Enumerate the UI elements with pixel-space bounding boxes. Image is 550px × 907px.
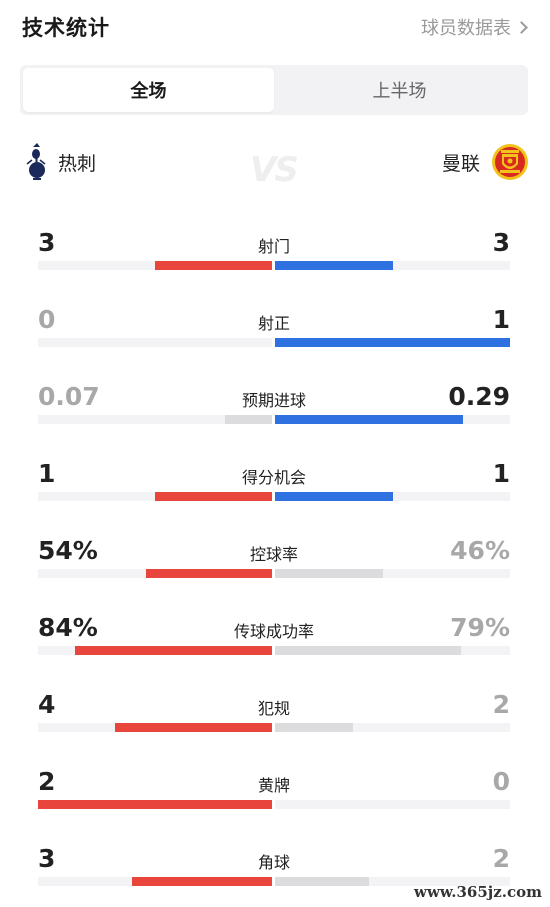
home-bar-track	[38, 569, 272, 578]
manchester-united-crest-icon	[492, 144, 528, 180]
stat-row-shots: 3 射门 3	[38, 226, 510, 286]
stat-row-possession: 54% 控球率 46%	[38, 534, 510, 594]
teams-row: 热刺 VS 曼联	[20, 142, 530, 196]
away-bar	[275, 877, 369, 886]
home-bar-track	[38, 338, 272, 347]
vs-mark: VS	[250, 150, 299, 190]
home-bar-track	[38, 877, 272, 886]
home-bar	[155, 261, 272, 270]
stat-label: 犯规	[257, 699, 290, 718]
stat-label: 得分机会	[241, 468, 306, 487]
away-value: 46%	[450, 536, 510, 565]
stat-label: 射门	[257, 237, 290, 256]
stat-row-yellow-cards: 2 黄牌 0	[38, 765, 510, 825]
stat-row-fouls: 4 犯规 2	[38, 688, 510, 748]
header: 技术统计 球员数据表	[0, 0, 550, 52]
stat-label: 传球成功率	[233, 622, 314, 641]
stat-label: 黄牌	[257, 776, 290, 795]
stat-row-pass-accuracy: 84% 传球成功率 79%	[38, 611, 510, 671]
home-bar-track	[38, 415, 272, 424]
away-team: 曼联	[442, 142, 530, 182]
tottenham-crest-icon	[26, 143, 46, 180]
home-bar-track	[38, 261, 272, 270]
stat-row-big-chances: 1 得分机会 1	[38, 457, 510, 517]
home-bar	[75, 646, 272, 655]
home-bar	[115, 723, 272, 732]
away-bar	[275, 338, 510, 347]
home-bar	[38, 800, 272, 809]
away-value: 0.29	[448, 382, 510, 411]
away-bar	[275, 569, 384, 578]
away-value: 79%	[450, 613, 510, 642]
away-bar-track	[275, 415, 510, 424]
chevron-right-icon	[515, 20, 528, 34]
stat-label: 控球率	[249, 545, 298, 564]
stat-label: 预期进球	[241, 391, 306, 410]
away-bar-track	[275, 800, 510, 809]
away-bar	[275, 723, 353, 732]
home-bar-track	[38, 492, 272, 501]
away-bar-track	[275, 646, 510, 655]
home-bar	[225, 415, 272, 424]
away-value: 2	[492, 690, 510, 719]
away-bar	[275, 492, 393, 501]
home-bar-track	[38, 800, 272, 809]
period-tabs: 全场 上半场	[20, 65, 528, 115]
home-bar	[145, 569, 272, 578]
home-team: 热刺	[24, 142, 96, 182]
stat-label: 射正	[257, 314, 290, 333]
stat-row-expected-goals: 0.07 预期进球 0.29	[38, 380, 510, 440]
away-bar-track	[275, 723, 510, 732]
away-bar	[275, 646, 461, 655]
away-value: 1	[492, 305, 510, 334]
home-team-name: 热刺	[58, 152, 97, 175]
away-bar-track	[275, 261, 510, 270]
away-bar	[275, 415, 463, 424]
away-value: 2	[492, 844, 510, 873]
player-stats-link[interactable]: 球员数据表	[421, 14, 528, 40]
away-team-name: 曼联	[441, 152, 480, 175]
page-title: 技术统计	[22, 16, 110, 40]
stat-row-shots-on-target: 0 射正 1	[38, 303, 510, 363]
tab-full-match[interactable]: 全场	[23, 68, 274, 112]
tab-first-half[interactable]: 上半场	[274, 68, 525, 112]
home-bar	[131, 877, 272, 886]
away-bar-track	[275, 492, 510, 501]
away-value: 0	[492, 767, 510, 796]
stat-label: 角球	[257, 853, 290, 872]
watermark: www.365jz.com	[414, 883, 542, 901]
away-bar-track	[275, 338, 510, 347]
away-bar-track	[275, 569, 510, 578]
home-bar-track	[38, 646, 272, 655]
home-bar-track	[38, 723, 272, 732]
away-bar	[275, 261, 393, 270]
away-value: 3	[492, 228, 510, 257]
player-stats-link-label: 球员数据表	[421, 18, 511, 39]
away-value: 1	[492, 459, 510, 488]
home-bar	[155, 492, 272, 501]
